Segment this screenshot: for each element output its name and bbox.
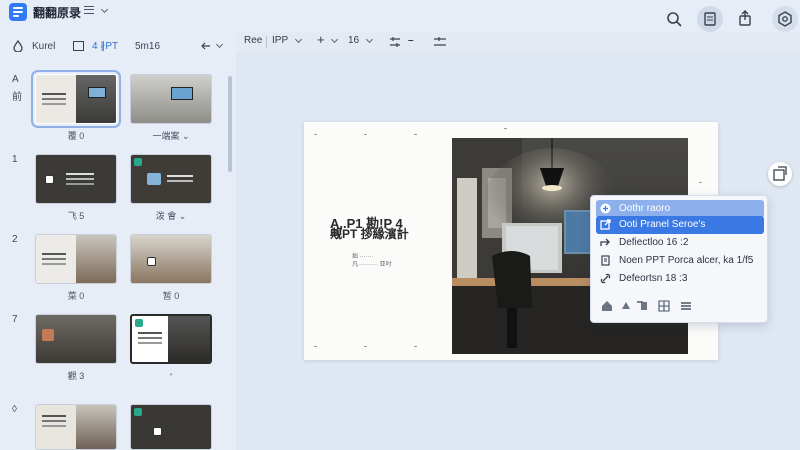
chevron-down-icon[interactable] [215, 40, 224, 49]
row-number: A [12, 74, 19, 85]
layout-button[interactable] [697, 6, 723, 32]
minus-button[interactable]: – [408, 35, 414, 46]
convert-button[interactable] [768, 162, 792, 186]
slide-caption: 觀 3 [67, 371, 85, 381]
style-button[interactable]: IPP [272, 35, 288, 46]
format-toolbar: Ree IPP + 16 – [236, 32, 800, 52]
menu-icon[interactable] [680, 300, 692, 312]
top-bar: 翻翻原录 [0, 0, 800, 32]
slide-thumbnail[interactable] [35, 154, 117, 204]
sidebar-label-right: 5m16 [135, 41, 161, 52]
row-number: 2 [12, 234, 18, 245]
row-number: 1 [12, 154, 18, 165]
plus-circle-icon [600, 203, 611, 214]
slide-caption: 暂 0 [162, 291, 180, 301]
font-name-button[interactable]: Ree [244, 35, 262, 46]
document-icon [601, 255, 610, 266]
menu-item[interactable]: Noen PPT Porca alcer, ka 1/f5 [596, 252, 764, 270]
chevron-down-icon[interactable] [330, 35, 339, 44]
row-number: 7 [12, 314, 18, 325]
slide-thumbnail[interactable] [35, 404, 117, 450]
search-icon [667, 12, 682, 27]
folder-icon[interactable] [73, 41, 84, 51]
slide-thumbnail[interactable] [130, 74, 212, 124]
slide-caption: 覆 0 [67, 131, 85, 141]
grid-icon[interactable] [658, 300, 670, 312]
convert-icon [773, 166, 787, 181]
settings-icon [778, 11, 792, 27]
slide-caption: ◦ [169, 369, 173, 379]
home-icon[interactable] [601, 300, 613, 312]
slide-caption[interactable]: 一端案 ⌄ [130, 129, 212, 142]
menu-footer [591, 292, 769, 322]
arrow-left-icon[interactable] [201, 42, 211, 50]
redirect-icon [600, 238, 610, 246]
row-sub: 前 [12, 92, 22, 103]
sidebar-header: Kurel 4 ∦PT 5m16 [0, 32, 236, 62]
menu-item[interactable]: Defiectloo 16 :2 [596, 234, 764, 252]
sidebar-scrollbar[interactable] [228, 76, 232, 172]
slide-note: 凡·········· 亚吋 [352, 262, 392, 268]
slide-thumbnail-panel: Kurel 4 ∦PT 5m16 A 前 覆 0 一端案 ⌄ 1 飞 5 泼 會… [0, 32, 236, 450]
share-button[interactable] [732, 6, 758, 32]
slide-caption[interactable]: 泼 會 ⌄ [130, 209, 212, 222]
sidebar-label-left: Kurel [32, 41, 56, 52]
slide-caption: 菜 0 [67, 291, 85, 301]
app-logo-icon[interactable] [9, 3, 27, 21]
menu-item-highlighted[interactable]: Ooti Pranel Seroe's [596, 216, 764, 234]
align-icon[interactable] [433, 36, 447, 48]
font-size-field[interactable]: 16 [348, 35, 359, 46]
adjust-icon[interactable] [388, 36, 402, 48]
slide-thumbnail[interactable] [130, 154, 212, 204]
external-icon [600, 219, 611, 230]
sidebar-label-mid[interactable]: 4 ∦PT [92, 41, 118, 52]
layout-icon [704, 12, 716, 26]
drop-icon[interactable] [13, 40, 23, 52]
chevron-down-icon[interactable] [294, 35, 303, 44]
slide-thumbnail[interactable] [35, 234, 117, 284]
chevron-down-icon[interactable] [365, 35, 374, 44]
slide-caption: 飞 5 [67, 211, 85, 221]
chevron-down-icon[interactable] [100, 5, 109, 14]
slide-thumbnail[interactable] [130, 234, 212, 284]
slide-thumbnail[interactable] [130, 404, 212, 450]
slide-thumbnail[interactable] [130, 314, 212, 364]
settings-button[interactable] [772, 6, 798, 32]
increase-button[interactable]: + [317, 32, 325, 47]
search-button[interactable] [661, 6, 687, 32]
app-title[interactable]: 翻翻原录 [33, 4, 81, 21]
menu-item[interactable]: Defeortsn 18 :3 [596, 270, 764, 288]
link-icon [600, 273, 611, 284]
menu-icon[interactable] [84, 6, 94, 14]
format-icon[interactable] [636, 300, 648, 312]
row-number: ◊ [12, 404, 17, 415]
slide-thumbnail[interactable] [31, 70, 121, 128]
context-menu: Oothr raoro Ooti Pranel Seroe's Defiectl… [590, 195, 768, 323]
slide-subtitle[interactable]: 觍PT 拶緣濱計 [330, 225, 409, 242]
slide-thumbnail[interactable] [35, 314, 117, 364]
bell-icon[interactable] [620, 300, 632, 312]
share-icon [739, 10, 751, 26]
